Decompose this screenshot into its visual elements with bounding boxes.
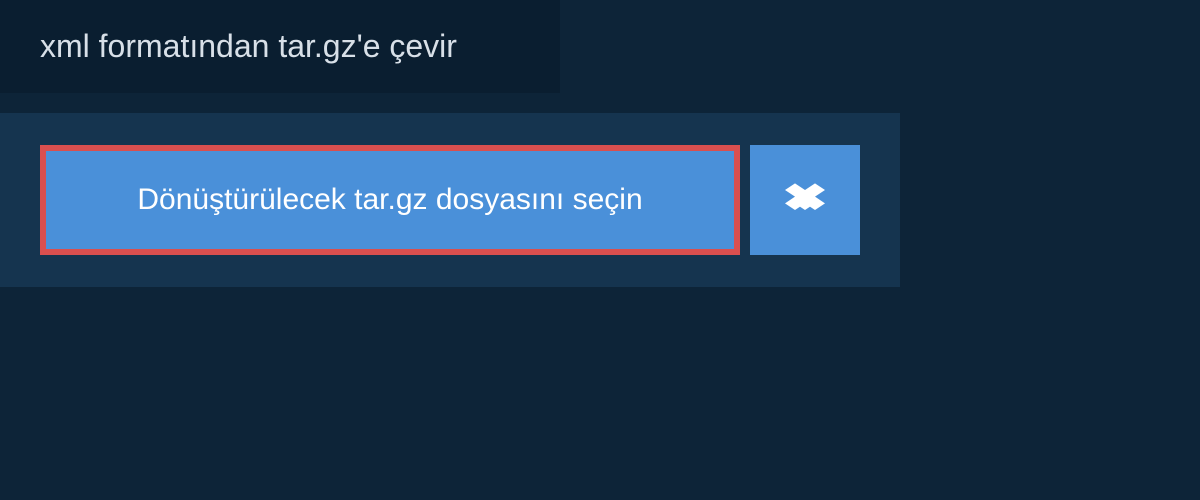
page-title: xml formatından tar.gz'e çevir (40, 28, 520, 65)
header-bar: xml formatından tar.gz'e çevir (0, 0, 560, 93)
select-file-button[interactable]: Dönüştürülecek tar.gz dosyasını seçin (40, 145, 740, 255)
main-panel: Dönüştürülecek tar.gz dosyasını seçin (0, 113, 900, 287)
select-file-label: Dönüştürülecek tar.gz dosyasını seçin (137, 183, 642, 217)
dropbox-icon (785, 180, 825, 220)
dropbox-button[interactable] (750, 145, 860, 255)
button-row: Dönüştürülecek tar.gz dosyasını seçin (40, 145, 860, 255)
